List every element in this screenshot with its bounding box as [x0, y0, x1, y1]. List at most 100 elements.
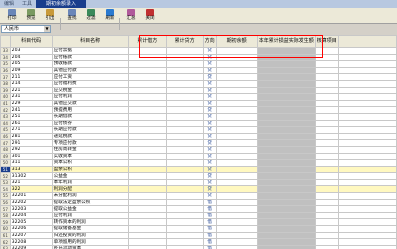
direction-cell[interactable]: 贷 — [202, 79, 217, 88]
account-name-cell[interactable]: 补充流动资本 — [51, 244, 129, 249]
ytd-profit-loss-cell[interactable] — [256, 225, 316, 233]
active-document-tab[interactable]: 期初余额录入 — [36, 0, 87, 8]
ytd-profit-loss-cell[interactable] — [256, 211, 316, 220]
cumulative-debit-cell[interactable] — [127, 53, 167, 62]
accounting-item-cell[interactable] — [314, 126, 339, 134]
account-code-cell[interactable]: 281 — [9, 132, 53, 141]
direction-cell[interactable]: 贷 — [202, 159, 217, 167]
direction-cell[interactable]: 贷 — [202, 139, 217, 147]
table-row[interactable]: 60 32206 提取储备基金 借 — [0, 225, 397, 233]
cumulative-debit-cell[interactable] — [127, 106, 167, 114]
account-name-cell[interactable]: 预收账款 — [51, 60, 129, 68]
ytd-profit-loss-cell[interactable] — [256, 79, 316, 88]
direction-cell[interactable]: 借 — [202, 244, 217, 249]
cumulative-credit-cell[interactable] — [165, 185, 204, 194]
direction-cell[interactable]: 贷 — [202, 192, 217, 200]
table-row[interactable]: 58 32204 应付利润 借 — [0, 211, 397, 220]
cumulative-credit-cell[interactable] — [165, 178, 204, 187]
header-account-code[interactable]: 科目代码 — [9, 35, 53, 48]
cumulative-debit-cell[interactable] — [127, 139, 167, 147]
accounting-item-cell[interactable] — [314, 145, 339, 154]
table-row[interactable]: 34 204 应付账款 贷 — [0, 53, 397, 62]
direction-cell[interactable]: 贷 — [202, 185, 217, 194]
table-row[interactable]: 38 214 应付福利费 贷 — [0, 79, 397, 88]
table-row[interactable]: 51 313 盈余公积 贷 — [0, 165, 397, 174]
account-code-cell[interactable]: 209 — [9, 66, 53, 75]
table-row[interactable]: 33 203 应付票据 贷 — [0, 47, 397, 55]
direction-cell[interactable]: 借 — [202, 198, 217, 207]
header-opening-balance[interactable]: 期初余额 — [215, 35, 258, 48]
cumulative-debit-cell[interactable] — [127, 79, 167, 88]
cumulative-debit-cell[interactable] — [127, 93, 167, 101]
opening-balance-cell[interactable] — [215, 60, 258, 68]
table-row[interactable]: 37 211 应付工资 贷 — [0, 73, 397, 81]
ytd-profit-loss-cell[interactable] — [256, 53, 316, 62]
print-button[interactable]: 打印 — [3, 9, 21, 23]
accounting-item-cell[interactable] — [314, 225, 339, 233]
ytd-profit-loss-cell[interactable] — [256, 47, 316, 55]
table-row[interactable]: 49 301 实收资本 贷 — [0, 152, 397, 161]
opening-balance-cell[interactable] — [215, 244, 258, 249]
accounting-item-cell[interactable] — [314, 86, 339, 95]
direction-cell[interactable]: 贷 — [202, 60, 217, 68]
direction-cell[interactable]: 贷 — [202, 86, 217, 95]
direction-cell[interactable]: 贷 — [202, 152, 217, 161]
ytd-profit-loss-cell[interactable] — [256, 126, 316, 134]
opening-balance-cell[interactable] — [215, 205, 258, 213]
direction-cell[interactable]: 贷 — [202, 47, 217, 55]
account-name-cell[interactable]: 提取公益金 — [51, 205, 129, 213]
header-cumulative-credit[interactable]: 累计贷方 — [165, 35, 204, 48]
ytd-profit-loss-cell[interactable] — [256, 178, 316, 187]
direction-cell[interactable]: 贷 — [202, 93, 217, 101]
cumulative-credit-cell[interactable] — [165, 152, 204, 161]
account-code-cell[interactable]: 261 — [9, 119, 53, 128]
direction-cell[interactable]: 借 — [202, 231, 217, 240]
opening-balance-cell[interactable] — [215, 73, 258, 81]
account-code-cell[interactable]: 203 — [9, 47, 53, 55]
chevron-down-icon[interactable]: ▼ — [44, 26, 50, 32]
account-name-cell[interactable]: 其他应付款 — [51, 66, 129, 75]
account-code-cell[interactable]: 292 — [9, 145, 53, 154]
opening-balance-cell[interactable] — [215, 99, 258, 108]
account-code-cell[interactable]: 301 — [9, 152, 53, 161]
cumulative-debit-cell[interactable] — [127, 231, 167, 240]
account-code-cell[interactable]: 321 — [9, 178, 53, 187]
accounting-item-cell[interactable] — [314, 211, 339, 220]
ytd-profit-loss-cell[interactable] — [256, 93, 316, 101]
cumulative-debit-cell[interactable] — [127, 244, 167, 249]
table-row[interactable]: 44 261 应付债券 贷 — [0, 119, 397, 128]
account-name-cell[interactable]: 应付账款 — [51, 53, 129, 62]
direction-cell[interactable]: 借 — [202, 238, 217, 246]
close-button[interactable]: 关闭 — [141, 9, 159, 23]
account-name-cell[interactable]: 转作资本的利润 — [51, 218, 129, 227]
cumulative-credit-cell[interactable] — [165, 86, 204, 95]
opening-balance-cell[interactable] — [215, 145, 258, 154]
ytd-profit-loss-cell[interactable] — [256, 172, 316, 180]
ytd-profit-loss-cell[interactable] — [256, 86, 316, 95]
opening-balance-cell[interactable] — [215, 139, 258, 147]
accounting-item-cell[interactable] — [314, 152, 339, 161]
cumulative-debit-cell[interactable] — [127, 126, 167, 134]
cumulative-credit-cell[interactable] — [165, 225, 204, 233]
table-row[interactable]: 53 321 本年利润 贷 — [0, 178, 397, 187]
account-code-cell[interactable]: 32204 — [9, 211, 53, 220]
accounting-item-cell[interactable] — [314, 119, 339, 128]
ytd-profit-loss-cell[interactable] — [256, 66, 316, 75]
account-name-cell[interactable]: 预提费用 — [51, 106, 129, 114]
ytd-profit-loss-cell[interactable] — [256, 159, 316, 167]
ytd-profit-loss-cell[interactable] — [256, 231, 316, 240]
opening-balance-cell[interactable] — [215, 47, 258, 55]
cumulative-debit-cell[interactable] — [127, 165, 167, 174]
accounting-item-cell[interactable] — [314, 66, 339, 75]
account-code-cell[interactable]: 311 — [9, 159, 53, 167]
header-accounting-item[interactable]: 核算项目 — [314, 35, 339, 48]
account-name-cell[interactable]: 递延税款 — [51, 132, 129, 141]
table-row[interactable]: 36 209 其他应付款 贷 — [0, 66, 397, 75]
accounting-item-cell[interactable] — [314, 53, 339, 62]
table-row[interactable]: 35 205 预收账款 贷 — [0, 60, 397, 68]
accounting-item-cell[interactable] — [314, 238, 339, 246]
opening-balance-cell[interactable] — [215, 112, 258, 121]
opening-balance-cell[interactable] — [215, 152, 258, 161]
accounting-item-cell[interactable] — [314, 139, 339, 147]
accounting-item-cell[interactable] — [314, 93, 339, 101]
